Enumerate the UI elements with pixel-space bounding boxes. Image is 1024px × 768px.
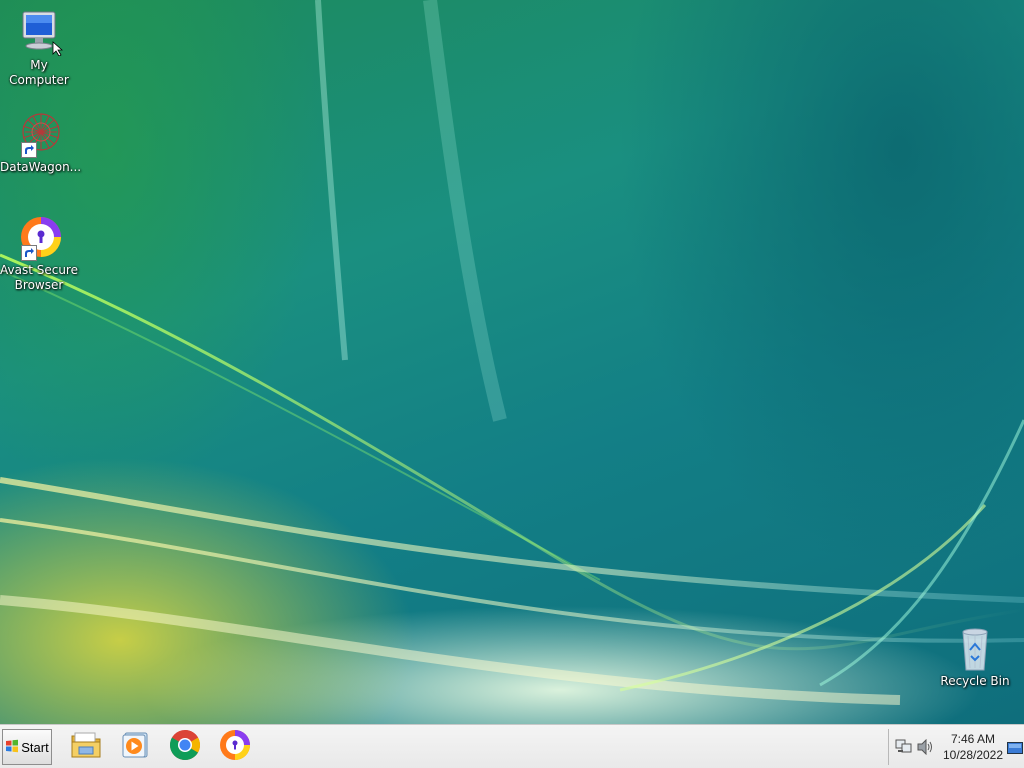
taskbar-app-chrome[interactable] [167, 729, 203, 765]
show-desktop-icon[interactable] [1007, 741, 1023, 760]
chrome-icon [169, 729, 201, 765]
desktop-icon-avast-secure-browser[interactable]: Avast Secure Browser [0, 213, 78, 293]
desktop-icon-my-computer[interactable]: My Computer [0, 8, 78, 88]
avast-browser-icon [219, 729, 251, 765]
desktop[interactable]: My Computer DataWagon... Avast Secure Br… [0, 0, 1024, 724]
desktop-icon-label: My Computer [9, 58, 69, 87]
media-player-icon [120, 730, 150, 764]
desktop-icon-label: Recycle Bin [940, 674, 1010, 688]
volume-icon[interactable] [917, 738, 935, 759]
file-explorer-icon [70, 730, 102, 764]
taskbar-app-media-player[interactable] [117, 729, 153, 765]
recycle-bin-icon [951, 624, 999, 672]
system-tray: 7:46 AM 10/28/2022 [888, 729, 1024, 765]
desktop-icon-label: DataWagon... [0, 160, 82, 174]
start-button[interactable]: Start [2, 729, 52, 765]
clock[interactable]: 7:46 AM 10/28/2022 [941, 731, 1005, 763]
taskbar-app-avast-browser[interactable] [217, 729, 253, 765]
desktop-icon-label: Avast Secure Browser [0, 263, 78, 292]
start-label: Start [21, 739, 49, 755]
computer-icon [15, 8, 64, 57]
desktop-icon-datawagon[interactable]: DataWagon... [0, 110, 82, 175]
taskbar: Start 7:46 AM 10/28/2022 [0, 724, 1024, 768]
windows-logo-icon [5, 739, 19, 756]
shortcut-arrow-icon [21, 142, 37, 158]
desktop-icon-recycle-bin[interactable]: Recycle Bin [936, 624, 1014, 689]
avast-browser-icon [15, 213, 63, 261]
datawagon-icon [15, 110, 63, 158]
clock-time: 7:46 AM [950, 732, 996, 746]
clock-date: 10/28/2022 [942, 748, 1004, 762]
taskbar-app-file-explorer[interactable] [68, 729, 104, 765]
wallpaper-art [0, 0, 1024, 705]
shortcut-arrow-icon [21, 245, 37, 261]
network-icon[interactable] [895, 739, 913, 759]
